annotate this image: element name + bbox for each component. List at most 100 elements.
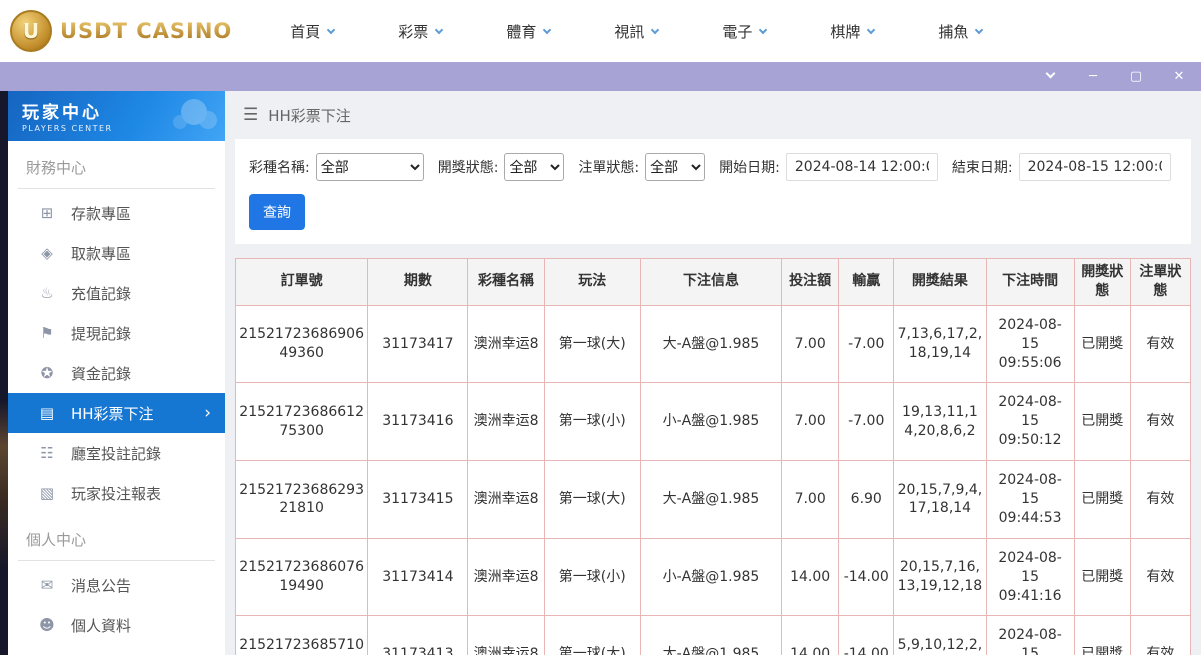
start-date-input[interactable] <box>786 153 938 181</box>
nav-item-label: 體育 <box>506 21 536 42</box>
table-row: 215217236857100191031173413澳洲幸运8第一球(大)大-… <box>236 616 1191 655</box>
bets-table-container: 訂單號期數彩種名稱玩法下注信息投注額輸贏開獎結果下注時間開獎狀態注單狀態 215… <box>235 258 1191 655</box>
table-cell: 14.00 <box>782 538 839 616</box>
sidebar-menu: 財務中心⊞存款專區◈取款專區♨充值記錄⚑提現記錄✪資金記錄▤HH彩票下注›☷廳室… <box>8 141 225 645</box>
sidebar-item-profile[interactable]: ☻ 個人資料 <box>8 605 225 645</box>
breadcrumb: ☰ HH彩票下注 <box>235 91 1191 139</box>
table-cell: 已開獎 <box>1074 383 1130 461</box>
background-edge <box>0 91 8 655</box>
bets-table: 訂單號期數彩種名稱玩法下注信息投注額輸贏開獎結果下注時間開獎狀態注單狀態 215… <box>235 258 1191 655</box>
table-cell: 第一球(大) <box>544 461 640 539</box>
table-cell: 2152172368690649360 <box>236 305 368 383</box>
draw-status-select[interactable]: 全部 <box>504 153 564 181</box>
table-cell: 2024-08-15 09:55:06 <box>986 305 1074 383</box>
menu-icon[interactable]: ☰ <box>243 105 258 125</box>
chevron-down-icon <box>975 25 983 33</box>
report-icon: ▧ <box>38 484 56 502</box>
window-maximize-icon[interactable]: ▢ <box>1128 70 1144 83</box>
nav-item-lottery[interactable]: 彩票 <box>398 21 442 42</box>
sidebar-item-deposit-area[interactable]: ⊞存款專區 <box>8 193 225 233</box>
end-date-filter: 結束日期: <box>952 153 1171 181</box>
sidebar-item-label: 消息公告 <box>71 575 131 596</box>
funds-badge-icon: ✪ <box>38 364 56 382</box>
column-header: 下注時間 <box>986 259 1074 306</box>
sidebar-item-funds-records[interactable]: ✪資金記錄 <box>8 353 225 393</box>
bet-status-filter: 注單狀態: 全部 <box>578 153 705 181</box>
sidebar-item-announcements[interactable]: ✉消息公告 <box>8 565 225 605</box>
lottery-type-filter: 彩種名稱: 全部 <box>249 153 424 181</box>
table-row: 215217236862932181031173415澳洲幸运8第一球(大)大-… <box>236 461 1191 539</box>
sidebar-item-hh-lottery-bets[interactable]: ▤HH彩票下注› <box>8 393 225 433</box>
table-cell: 大-A盤@1.985 <box>640 461 781 539</box>
table-cell: 已開獎 <box>1074 616 1130 655</box>
nav-item-slots[interactable]: 電子 <box>722 21 766 42</box>
table-row: 215217236866127530031173416澳洲幸运8第一球(小)小-… <box>236 383 1191 461</box>
table-cell: 31173417 <box>368 305 468 383</box>
bet-status-select[interactable]: 全部 <box>645 153 705 181</box>
table-cell: 澳洲幸运8 <box>468 305 544 383</box>
sidebar-item-room-bet-records[interactable]: ☷廳室投註記錄 <box>8 433 225 473</box>
nav-item-home[interactable]: 首頁 <box>290 21 334 42</box>
sidebar-item-withdraw-area[interactable]: ◈取款專區 <box>8 233 225 273</box>
sidebar-item-label: 玩家投注報表 <box>71 483 161 504</box>
table-cell: 7.00 <box>782 305 839 383</box>
column-header: 開獎結果 <box>894 259 986 306</box>
table-cell: 小-A盤@1.985 <box>640 383 781 461</box>
sidebar-item-player-bet-report[interactable]: ▧ 玩家投注報表 <box>8 473 225 513</box>
column-header: 玩法 <box>544 259 640 306</box>
sidebar-item-label: 廳室投註記錄 <box>71 443 161 464</box>
chevron-down-icon <box>651 25 659 33</box>
main-menu: 首頁 彩票 體育 視訊 電子 棋牌 捕魚 <box>290 21 982 42</box>
table-cell: 大-A盤@1.985 <box>640 616 781 655</box>
table-cell: 有效 <box>1130 383 1190 461</box>
window-minimize-icon[interactable]: ─ <box>1085 70 1101 83</box>
table-cell: 第一球(大) <box>544 616 640 655</box>
sidebar-item-label: 個人資料 <box>71 615 131 636</box>
window-close-icon[interactable]: ✕ <box>1171 70 1187 83</box>
table-cell: 7.00 <box>782 461 839 539</box>
chevron-down-icon <box>867 25 875 33</box>
coin-letter: U <box>23 19 39 43</box>
table-cell: 澳洲幸运8 <box>468 616 544 655</box>
table-cell: 有效 <box>1130 538 1190 616</box>
sidebar-item-withdrawal-records[interactable]: ⚑ 提現記錄 <box>8 313 225 353</box>
nav-item-label: 捕魚 <box>938 21 968 42</box>
table-cell: 31173415 <box>368 461 468 539</box>
table-cell: 2152172368607619490 <box>236 538 368 616</box>
search-button[interactable]: 查詢 <box>249 194 305 230</box>
nav-item-label: 電子 <box>722 21 752 42</box>
table-cell: 2024-08-15 09:44:53 <box>986 461 1074 539</box>
nav-item-fishing[interactable]: 捕魚 <box>938 21 982 42</box>
column-header: 彩種名稱 <box>468 259 544 306</box>
end-date-input[interactable] <box>1019 153 1171 181</box>
column-header: 訂單號 <box>236 259 368 306</box>
sidebar-item-recharge-records[interactable]: ♨充值記錄 <box>8 273 225 313</box>
lottery-type-select[interactable]: 全部 <box>316 153 424 181</box>
table-cell: 已開獎 <box>1074 305 1130 383</box>
table-cell: 5,9,10,12,2,11,4,17 <box>894 616 986 655</box>
nav-item-label: 棋牌 <box>830 21 860 42</box>
workspace: 玩家中心 PLAYERS CENTER 財務中心⊞存款專區◈取款專區♨充值記錄⚑… <box>0 91 1201 655</box>
table-cell: 20,15,7,9,4,17,18,14 <box>894 461 986 539</box>
chevron-right-icon: › <box>204 405 211 422</box>
flag-icon: ⚑ <box>38 324 56 342</box>
nav-item-sports[interactable]: 體育 <box>506 21 550 42</box>
table-cell: 31173413 <box>368 616 468 655</box>
sidebar-item-label: 提現記錄 <box>71 323 131 344</box>
table-cell: -7.00 <box>839 383 894 461</box>
user-icon: ☻ <box>38 616 56 634</box>
players-center-banner: 玩家中心 PLAYERS CENTER <box>8 91 225 141</box>
draw-status-label: 開獎狀態: <box>438 157 499 177</box>
column-header: 投注額 <box>782 259 839 306</box>
chevron-down-icon <box>327 25 335 33</box>
nav-item-chess[interactable]: 棋牌 <box>830 21 874 42</box>
window-collapse-icon[interactable] <box>1042 70 1058 84</box>
nav-item-live-video[interactable]: 視訊 <box>614 21 658 42</box>
table-cell: 7,13,6,17,2,18,19,14 <box>894 305 986 383</box>
chevron-down-icon <box>759 25 767 33</box>
main-content: ☰ HH彩票下注 彩種名稱: 全部 開獎狀態: 全部 <box>225 91 1201 655</box>
sidebar-item-label: HH彩票下注 <box>71 403 154 424</box>
filter-panel: 彩種名稱: 全部 開獎狀態: 全部 注單狀態: 全 <box>235 139 1191 244</box>
table-cell: 澳洲幸运8 <box>468 461 544 539</box>
brand-logo[interactable]: U USDT CASINO <box>10 10 232 52</box>
